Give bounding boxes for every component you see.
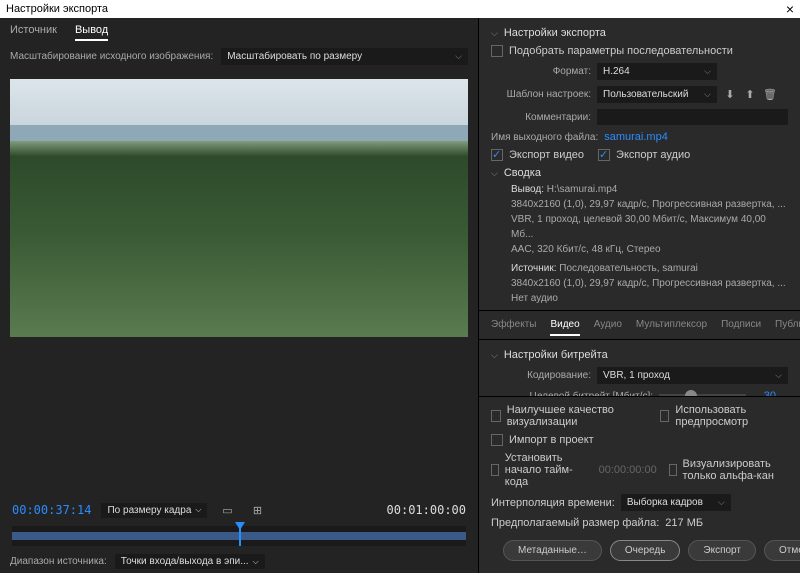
current-timecode[interactable]: 00:00:37:14: [12, 503, 91, 517]
interp-dropdown[interactable]: Выборка кадров: [621, 494, 731, 511]
export-video-label: Экспорт видео: [509, 149, 584, 161]
close-icon[interactable]: ×: [786, 1, 794, 17]
scale-label: Масштабирование исходного изображения:: [10, 51, 213, 62]
playhead[interactable]: [239, 526, 241, 546]
cancel-button[interactable]: Отмена: [764, 540, 800, 561]
format-label: Формат:: [491, 66, 591, 77]
rtab-video[interactable]: Видео: [550, 319, 579, 336]
tab-output[interactable]: Вывод: [75, 24, 108, 41]
total-timecode: 00:01:00:00: [387, 503, 466, 517]
set-timecode-checkbox[interactable]: [491, 464, 499, 476]
comments-input[interactable]: [597, 109, 788, 125]
match-sequence-checkbox[interactable]: [491, 45, 503, 57]
tab-source[interactable]: Источник: [10, 24, 57, 41]
encoding-dropdown[interactable]: VBR, 1 проход: [597, 367, 788, 384]
export-button[interactable]: Экспорт: [688, 540, 756, 561]
alpha-checkbox[interactable]: [669, 464, 677, 476]
import-project-checkbox[interactable]: [491, 434, 503, 446]
filename-link[interactable]: samurai.mp4: [604, 131, 668, 143]
filename-label: Имя выходного файла:: [491, 132, 598, 143]
timeline[interactable]: [12, 526, 466, 546]
rtab-captions[interactable]: Подписи: [721, 319, 761, 336]
rtab-publish[interactable]: Публикац: [775, 319, 800, 336]
match-sequence-label: Подобрать параметры последовательности: [509, 45, 733, 57]
import-preset-icon[interactable]: ⬆: [743, 88, 757, 102]
rtab-mux[interactable]: Мультиплексор: [636, 319, 707, 336]
fit-dropdown[interactable]: По размеру кадра: [101, 503, 207, 518]
scale-dropdown[interactable]: Масштабировать по размеру: [221, 48, 468, 65]
comments-label: Комментарии:: [491, 112, 591, 123]
export-audio-label: Экспорт аудио: [616, 149, 690, 161]
rtab-audio[interactable]: Аудио: [594, 319, 622, 336]
aspect-icon[interactable]: ▭: [217, 502, 237, 518]
delete-preset-icon[interactable]: 🗑: [763, 88, 777, 102]
format-dropdown[interactable]: H.264: [597, 63, 717, 80]
encoding-label: Кодирование:: [491, 370, 591, 381]
metadata-button[interactable]: Метаданные…: [503, 540, 602, 561]
video-preview: [10, 79, 468, 337]
rtab-effects[interactable]: Эффекты: [491, 319, 536, 336]
save-preset-icon[interactable]: ⬇: [723, 88, 737, 102]
window-title: Настройки экспорта: [6, 3, 108, 15]
summary-header[interactable]: Сводка: [491, 164, 788, 182]
range-label: Диапазон источника:: [10, 556, 107, 567]
export-settings-header[interactable]: Настройки экспорта: [491, 24, 788, 42]
max-quality-checkbox[interactable]: [491, 410, 501, 422]
preset-label: Шаблон настроек:: [491, 89, 591, 100]
export-video-checkbox[interactable]: [491, 149, 503, 161]
use-preview-checkbox[interactable]: [660, 410, 670, 422]
target-bitrate-slider[interactable]: [659, 394, 746, 396]
queue-button[interactable]: Очередь: [610, 540, 681, 561]
preset-dropdown[interactable]: Пользовательский: [597, 86, 717, 103]
export-audio-checkbox[interactable]: [598, 149, 610, 161]
settings-icon[interactable]: ⊞: [247, 502, 267, 518]
range-dropdown[interactable]: Точки входа/выхода в эпи...: [115, 554, 265, 569]
bitrate-header[interactable]: Настройки битрейта: [491, 346, 788, 364]
